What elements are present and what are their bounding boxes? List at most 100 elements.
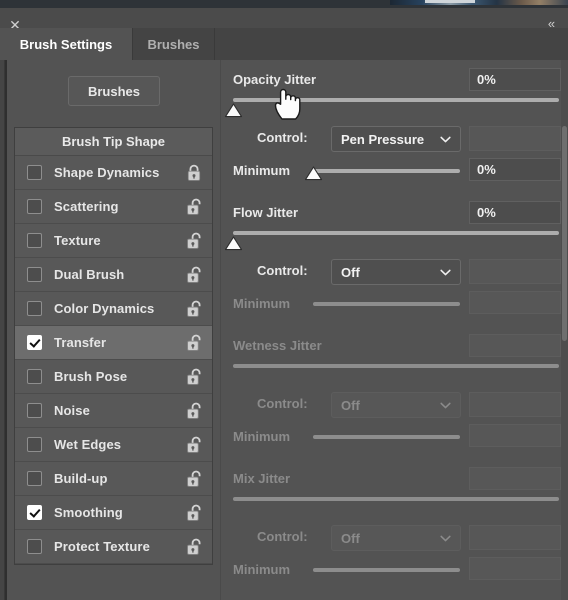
opacity-jitter-minimum-label: Minimum: [233, 163, 291, 178]
flow-jitter-minimum-label: Minimum: [233, 296, 291, 311]
brush-option-label: Scattering: [54, 199, 119, 214]
brush-option-row-shape-dynamics[interactable]: Shape Dynamics: [15, 156, 212, 190]
background-document-sliver: [390, 0, 568, 5]
brush-option-label: Transfer: [54, 335, 107, 350]
brush-option-label: Wet Edges: [54, 437, 122, 452]
desktop-background: [0, 0, 568, 8]
wetness-jitter-control-label: Control:: [257, 396, 308, 411]
brush-tip-shape-label: Brush Tip Shape: [61, 134, 166, 149]
flow-jitter-control-label: Control:: [257, 263, 308, 278]
checkbox-scattering[interactable]: [27, 199, 42, 214]
lock-closed-icon[interactable]: [185, 163, 203, 183]
opacity-jitter-minimum-value-field[interactable]: 0%: [469, 158, 561, 181]
opacity-jitter-control-label: Control:: [257, 130, 308, 145]
brush-option-row-scattering[interactable]: Scattering: [15, 190, 212, 224]
opacity-jitter-slider-track[interactable]: [233, 98, 559, 102]
brush-option-row-build-up[interactable]: Build-up: [15, 462, 212, 496]
chevron-down-icon: [440, 266, 451, 277]
lock-open-icon[interactable]: [185, 435, 203, 455]
checkbox-brush-pose[interactable]: [27, 369, 42, 384]
tab-brush-settings[interactable]: Brush Settings: [0, 28, 133, 60]
brush-option-label: Shape Dynamics: [54, 165, 160, 180]
mix-jitter-control-select-value: Off: [341, 530, 360, 546]
brush-option-row-brush-pose[interactable]: Brush Pose: [15, 360, 212, 394]
opacity-jitter-slider-thumb[interactable]: [224, 103, 243, 118]
brush-option-list: Brush Tip Shape Shape Dynamics Scattering…: [14, 127, 213, 565]
checkbox-wet-edges[interactable]: [27, 437, 42, 452]
opacity-jitter-value-field[interactable]: 0%: [469, 68, 561, 91]
checkbox-shape-dynamics[interactable]: [27, 165, 42, 180]
checkbox-build-up[interactable]: [27, 471, 42, 486]
mix-jitter-minimum-value-field: [469, 557, 561, 580]
lock-open-icon[interactable]: [185, 231, 203, 251]
chevron-down-icon: [440, 532, 451, 543]
brush-option-row-color-dynamics[interactable]: Color Dynamics: [15, 292, 212, 326]
checkbox-protect-texture[interactable]: [27, 539, 42, 554]
brushes-button[interactable]: Brushes: [68, 76, 160, 106]
lock-open-icon[interactable]: [185, 197, 203, 217]
lock-open-icon[interactable]: [185, 299, 203, 319]
flow-jitter-control-select[interactable]: Off: [331, 259, 461, 285]
brush-option-row-dual-brush[interactable]: Dual Brush: [15, 258, 212, 292]
lock-open-icon[interactable]: [185, 333, 203, 353]
brush-option-label: Protect Texture: [54, 539, 150, 554]
brush-option-row-protect-texture[interactable]: Protect Texture: [15, 530, 212, 564]
opacity-jitter-control-row: Control: Pen Pressure: [221, 126, 568, 152]
checkbox-color-dynamics[interactable]: [27, 301, 42, 316]
lock-open-icon[interactable]: [185, 265, 203, 285]
wetness-jitter-label: Wetness Jitter: [233, 338, 322, 353]
flow-jitter-minimum-value-field: [469, 291, 561, 314]
panel-body: Brushes Brush Tip Shape Shape Dynamics Sc…: [7, 60, 568, 600]
lock-open-icon[interactable]: [185, 469, 203, 489]
opacity-jitter-control-select[interactable]: Pen Pressure: [331, 126, 461, 152]
panel-scrollbar-thumb[interactable]: [562, 126, 567, 341]
flow-jitter-slider-track[interactable]: [233, 231, 559, 235]
wetness-jitter-control-select-value: Off: [341, 397, 360, 413]
panel-scrollbar-track[interactable]: [561, 60, 568, 600]
tab-bar-filler: [215, 28, 568, 60]
wetness-jitter-control-row: Control: Off: [221, 392, 568, 418]
brush-option-row-noise[interactable]: Noise: [15, 394, 212, 428]
brush-tip-shape-row[interactable]: Brush Tip Shape: [15, 128, 212, 156]
flow-jitter-control-row: Control: Off: [221, 259, 568, 285]
opacity-jitter-minimum-slider-track[interactable]: [313, 169, 460, 173]
background-document-highlight: [425, 0, 475, 3]
wetness-jitter-control-select: Off: [331, 392, 461, 418]
brush-option-row-texture[interactable]: Texture: [15, 224, 212, 258]
lock-open-icon[interactable]: [185, 367, 203, 387]
mix-jitter-control-extra-field: [469, 525, 561, 550]
tab-brushes[interactable]: Brushes: [133, 28, 215, 60]
brush-option-row-smoothing[interactable]: Smoothing: [15, 496, 212, 530]
opacity-jitter-label: Opacity Jitter: [233, 72, 317, 87]
flow-jitter-minimum-row: Minimum: [221, 291, 568, 317]
brush-option-label: Noise: [54, 403, 90, 418]
mix-jitter-value-field: [469, 467, 561, 490]
checkbox-transfer[interactable]: [27, 335, 42, 350]
checkbox-dual-brush[interactable]: [27, 267, 42, 282]
opacity-jitter-minimum-slider-thumb[interactable]: [304, 166, 323, 181]
lock-open-icon[interactable]: [185, 401, 203, 421]
flow-jitter-value-field[interactable]: 0%: [469, 201, 561, 224]
mix-jitter-control-label: Control:: [257, 529, 308, 544]
flow-jitter-minimum-slider-track: [313, 302, 460, 306]
lock-open-icon[interactable]: [185, 537, 203, 557]
brush-option-label: Dual Brush: [54, 267, 125, 282]
mix-jitter-minimum-label: Minimum: [233, 562, 291, 577]
jitter-settings-column: Opacity Jitter 0% Control: Pen Pressure Mini…: [220, 60, 568, 600]
tab-brush-settings-label: Brush Settings: [19, 36, 113, 52]
checkbox-smoothing[interactable]: [27, 505, 42, 520]
brush-option-label: Texture: [54, 233, 101, 248]
flow-jitter-control-select-value: Off: [341, 264, 360, 280]
brush-option-row-transfer[interactable]: Transfer: [15, 326, 212, 360]
checkbox-texture[interactable]: [27, 233, 42, 248]
brush-option-row-wet-edges[interactable]: Wet Edges: [15, 428, 212, 462]
mix-jitter-control-row: Control: Off: [221, 525, 568, 551]
opacity-jitter-minimum-row: Minimum 0%: [221, 158, 568, 184]
wetness-jitter-control-extra-field: [469, 392, 561, 417]
wetness-jitter-value-field: [469, 334, 561, 357]
checkbox-noise[interactable]: [27, 403, 42, 418]
lock-open-icon[interactable]: [185, 503, 203, 523]
tab-brushes-label: Brushes: [147, 36, 200, 52]
flow-jitter-slider-thumb[interactable]: [224, 236, 243, 251]
flow-jitter-control-extra-field: [469, 259, 561, 284]
